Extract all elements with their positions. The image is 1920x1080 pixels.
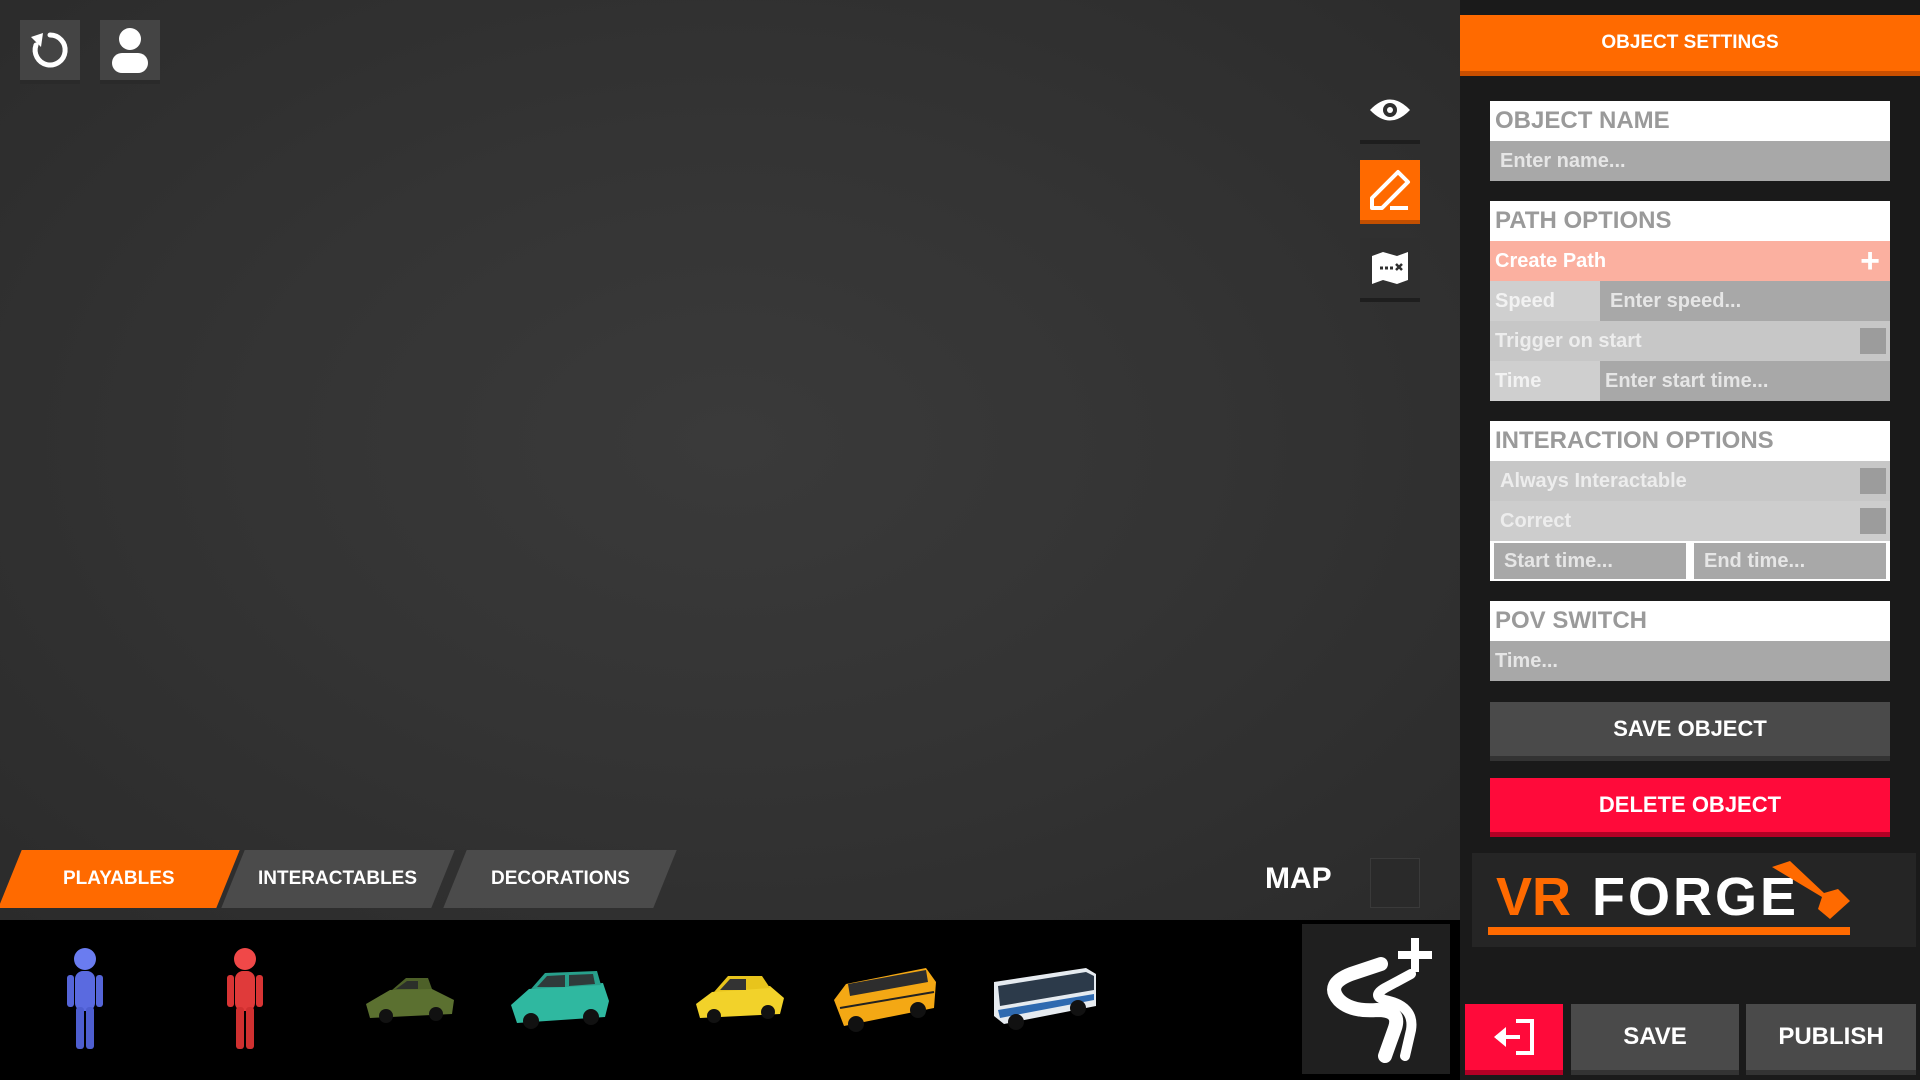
tray-item-yellow-hatchback[interactable] bbox=[680, 940, 800, 1060]
trigger-on-start-row: Trigger on start bbox=[1490, 321, 1890, 361]
exit-icon bbox=[1494, 1019, 1534, 1055]
tab-label: DECORATIONS bbox=[490, 868, 630, 889]
map-icon bbox=[1372, 252, 1408, 284]
time-range-row: Start time... End time... bbox=[1490, 541, 1890, 581]
object-name-placeholder: Enter name... bbox=[1500, 149, 1626, 172]
path-options-title: PATH OPTIONS bbox=[1490, 201, 1890, 241]
path-options-section: PATH OPTIONS Create Path + Speed Enter s… bbox=[1490, 201, 1890, 401]
tab-label: PLAYABLES bbox=[63, 868, 175, 889]
delete-object-button[interactable]: DELETE OBJECT bbox=[1490, 778, 1890, 832]
add-path-icon bbox=[1327, 938, 1432, 1063]
time-row: Time Enter start time... bbox=[1490, 361, 1890, 401]
start-time-input[interactable]: Enter start time... bbox=[1600, 361, 1890, 401]
object-tray bbox=[0, 920, 1460, 1080]
eye-icon bbox=[1370, 99, 1410, 121]
map-view-button[interactable] bbox=[1360, 238, 1420, 298]
speed-input[interactable]: Enter speed... bbox=[1600, 281, 1890, 321]
map-label: MAP bbox=[1265, 862, 1332, 895]
pov-time-input[interactable]: Time... bbox=[1490, 641, 1890, 681]
undo-icon bbox=[31, 32, 68, 68]
publish-button[interactable]: PUBLISH bbox=[1746, 1004, 1916, 1070]
exit-button[interactable] bbox=[1465, 1004, 1563, 1070]
correct-label: Correct bbox=[1500, 509, 1572, 532]
speed-row: Speed Enter speed... bbox=[1490, 281, 1890, 321]
map-toggle[interactable] bbox=[1370, 858, 1420, 908]
object-name-input[interactable]: Enter name... bbox=[1490, 141, 1890, 181]
tab-interactables[interactable]: INTERACTABLES bbox=[221, 850, 455, 908]
object-name-title: OBJECT NAME bbox=[1490, 101, 1890, 141]
tab-decorations[interactable]: DECORATIONS bbox=[443, 850, 677, 908]
interaction-options-title: INTERACTION OPTIONS bbox=[1490, 421, 1890, 461]
object-name-section: OBJECT NAME Enter name... bbox=[1490, 101, 1890, 181]
tab-playables[interactable]: PLAYABLES bbox=[0, 850, 240, 908]
correct-checkbox[interactable] bbox=[1860, 508, 1886, 534]
profile-button[interactable] bbox=[100, 20, 160, 80]
visibility-button[interactable] bbox=[1360, 80, 1420, 140]
create-path-button[interactable]: Create Path + bbox=[1490, 241, 1890, 281]
always-interactable-label: Always Interactable bbox=[1500, 469, 1687, 492]
create-path-label: Create Path bbox=[1495, 249, 1607, 272]
edit-button[interactable] bbox=[1360, 160, 1420, 220]
tray-item-green-sedan[interactable] bbox=[350, 940, 470, 1060]
pov-time-placeholder: Time... bbox=[1495, 649, 1558, 672]
always-interactable-row: Always Interactable bbox=[1490, 461, 1890, 501]
pencil-icon bbox=[1370, 170, 1410, 210]
speed-label: Speed bbox=[1490, 281, 1600, 321]
pov-switch-section: POV SWITCH Time... bbox=[1490, 601, 1890, 681]
save-object-button[interactable]: SAVE OBJECT bbox=[1490, 702, 1890, 756]
logo-vr: VR bbox=[1496, 867, 1571, 927]
tray-item-school-bus[interactable] bbox=[825, 940, 945, 1060]
tab-label: INTERACTABLES bbox=[258, 868, 418, 889]
tray-item-blue-person[interactable] bbox=[25, 940, 145, 1060]
scene-viewport[interactable]: PLAYABLES INTERACTABLES DECORATIONS MAP bbox=[0, 0, 1460, 920]
plus-icon: + bbox=[1860, 242, 1880, 280]
end-time-field[interactable]: End time... bbox=[1694, 543, 1886, 579]
vr-forge-logo: VR FORGE bbox=[1472, 853, 1916, 947]
add-path-button[interactable] bbox=[1302, 924, 1450, 1074]
interaction-options-section: INTERACTION OPTIONS Always Interactable … bbox=[1490, 421, 1890, 581]
panel-header: OBJECT SETTINGS bbox=[1460, 15, 1920, 71]
save-button[interactable]: SAVE bbox=[1571, 1004, 1739, 1070]
start-time-field[interactable]: Start time... bbox=[1494, 543, 1686, 579]
undo-button[interactable] bbox=[20, 20, 80, 80]
trigger-on-start-checkbox[interactable] bbox=[1860, 328, 1886, 354]
always-interactable-checkbox[interactable] bbox=[1860, 468, 1886, 494]
time-label: Time bbox=[1490, 361, 1600, 401]
tray-item-coach-bus[interactable] bbox=[985, 940, 1105, 1060]
correct-row: Correct bbox=[1490, 501, 1890, 541]
logo-forge: FORGE bbox=[1592, 867, 1799, 927]
trigger-on-start-label: Trigger on start bbox=[1495, 329, 1642, 352]
user-icon bbox=[112, 28, 148, 73]
pov-switch-title: POV SWITCH bbox=[1490, 601, 1890, 641]
object-settings-panel: OBJECT SETTINGS OBJECT NAME Enter name..… bbox=[1460, 0, 1920, 1080]
tray-item-red-person[interactable] bbox=[185, 940, 305, 1060]
tray-item-teal-wagon[interactable] bbox=[500, 940, 620, 1060]
